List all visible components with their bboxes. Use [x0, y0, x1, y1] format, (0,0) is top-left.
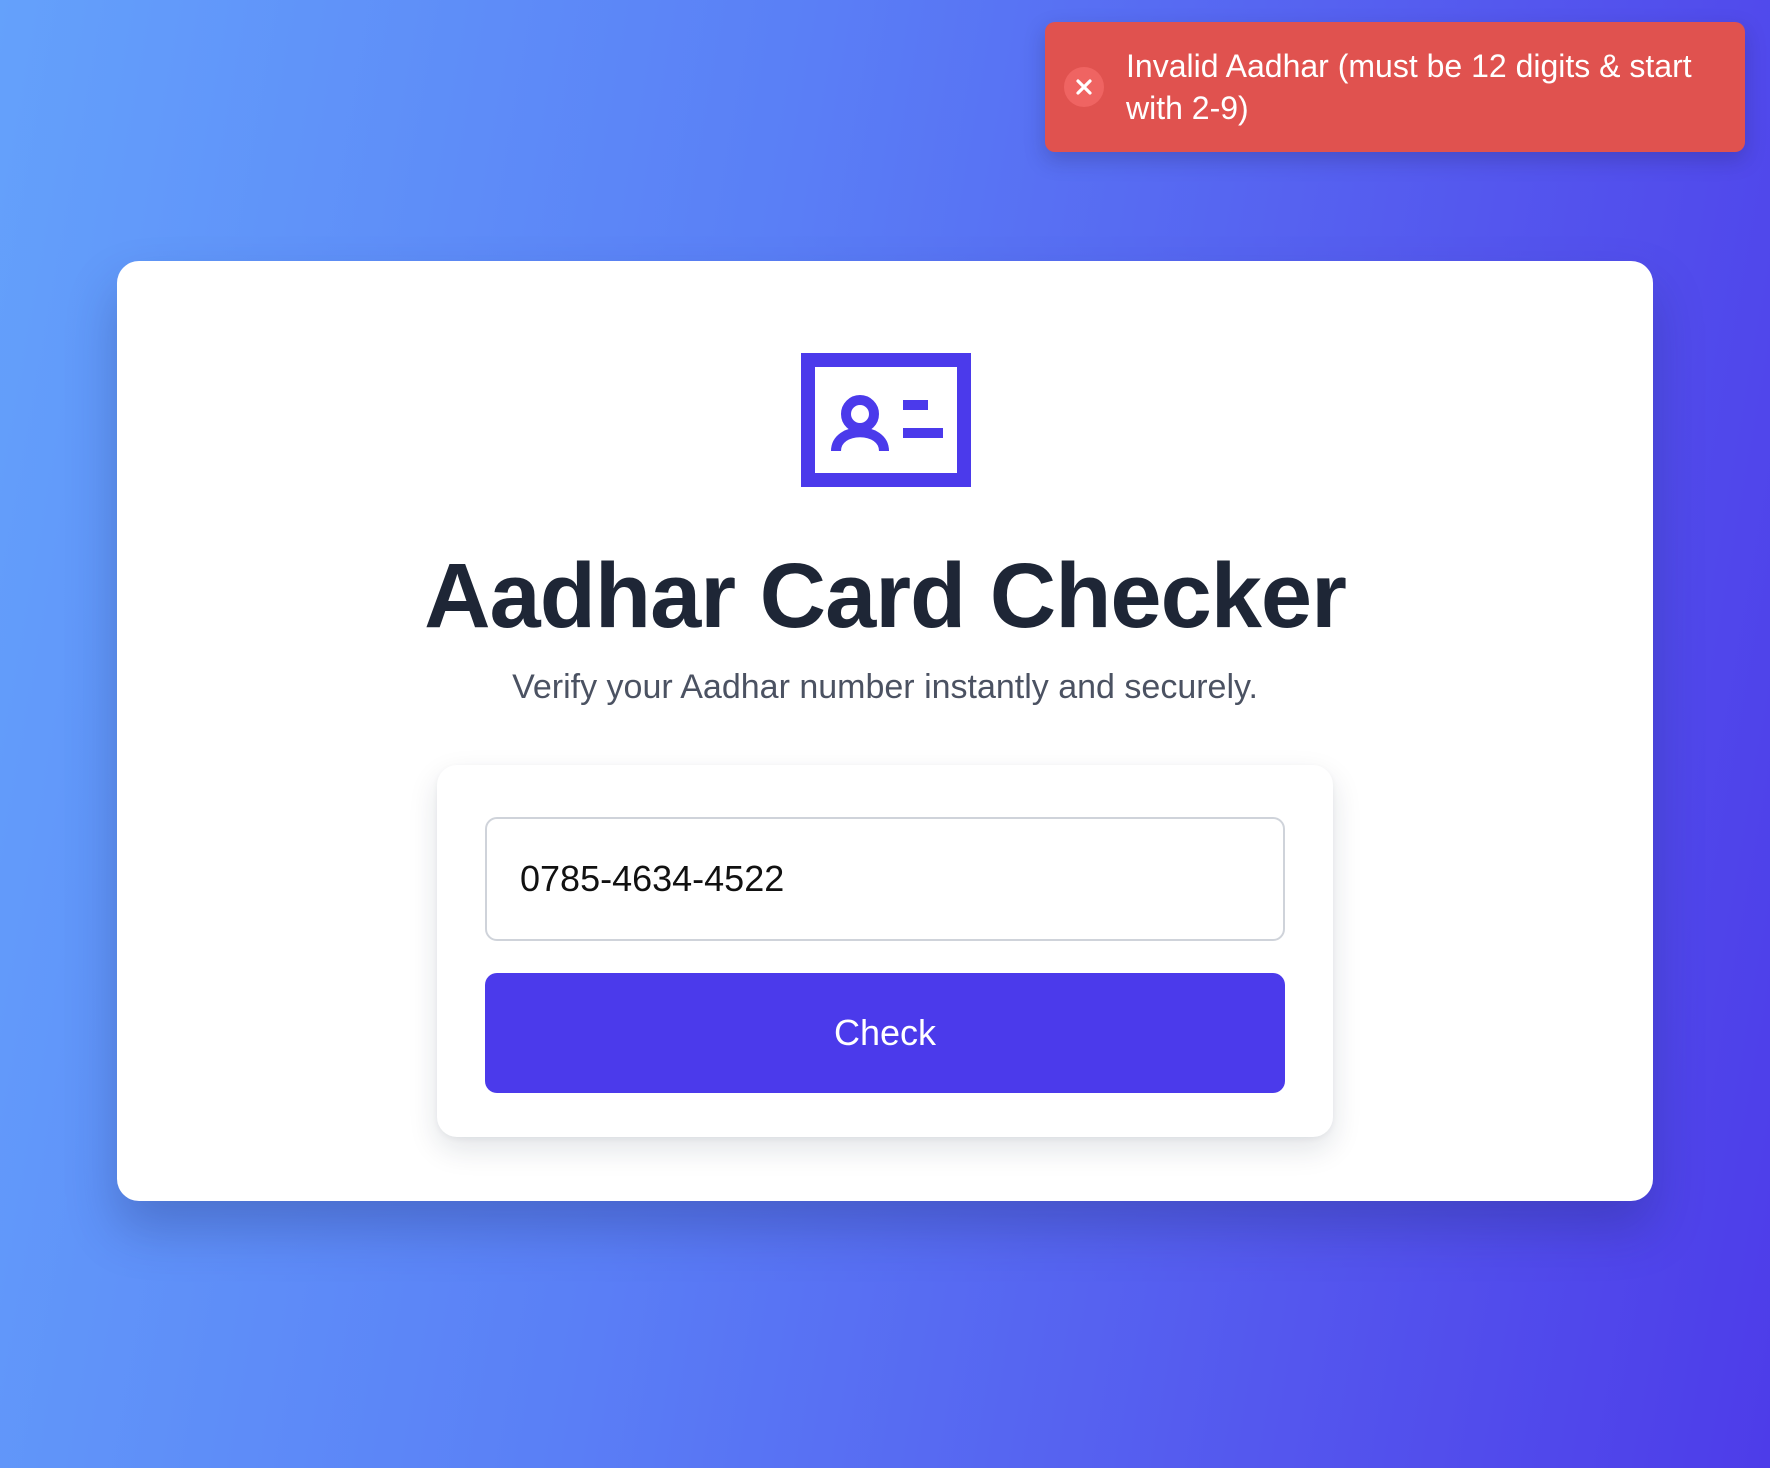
page-subtitle: Verify your Aadhar number instantly and … [512, 668, 1258, 706]
checker-card: Aadhar Card Checker Verify your Aadhar n… [117, 261, 1653, 1201]
check-form: Check [437, 765, 1333, 1137]
id-card-icon [801, 353, 971, 487]
aadhar-input[interactable] [485, 817, 1285, 941]
close-circle-icon[interactable] [1064, 67, 1104, 107]
check-button[interactable]: Check [485, 973, 1285, 1093]
error-toast: Invalid Aadhar (must be 12 digits & star… [1045, 22, 1745, 152]
page-title: Aadhar Card Checker [424, 545, 1347, 647]
toast-message: Invalid Aadhar (must be 12 digits & star… [1126, 48, 1692, 126]
